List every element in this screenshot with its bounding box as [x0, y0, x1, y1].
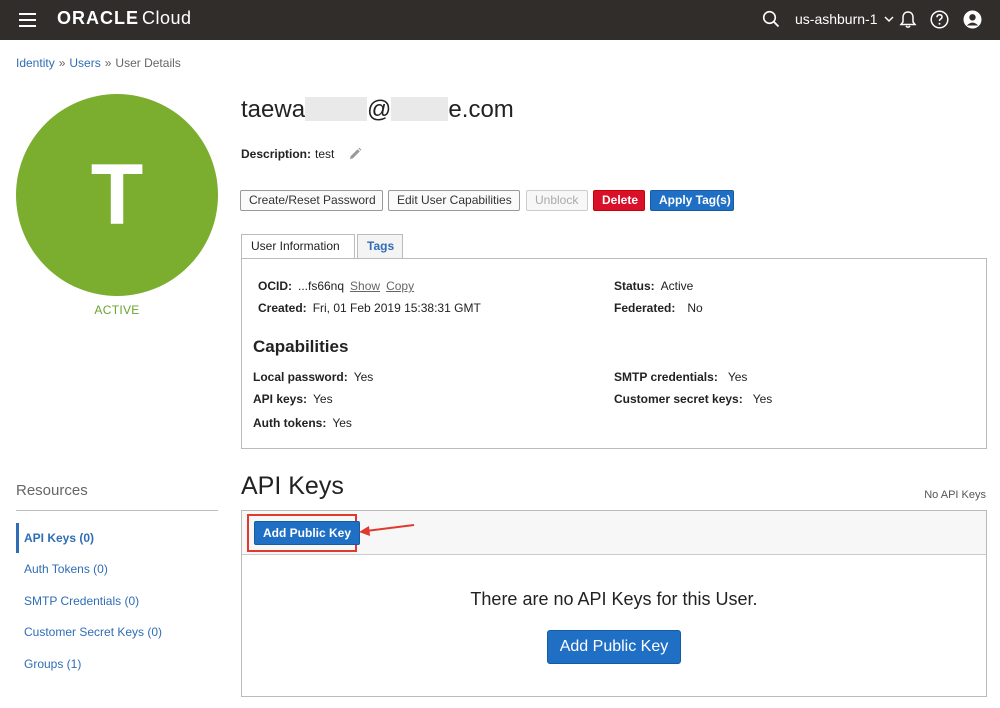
auth-tokens-row: Auth tokens: Yes — [253, 416, 352, 430]
create-reset-password-button[interactable]: Create/Reset Password — [240, 190, 383, 211]
smtp-value: Yes — [727, 370, 748, 384]
ocid-show-link[interactable]: Show — [350, 279, 380, 293]
local-password-value: Yes — [353, 370, 374, 384]
brand-cloud: Cloud — [142, 8, 192, 28]
region-label: us-ashburn-1 — [795, 11, 878, 27]
ocid-row: OCID: ...fs66nq Show Copy — [258, 279, 414, 293]
customer-secret-value: Yes — [752, 392, 773, 406]
add-public-key-large-button[interactable]: Add Public Key — [547, 630, 681, 664]
ocid-label: OCID: — [258, 279, 292, 293]
federated-row: Federated: No — [614, 301, 703, 315]
status-row: Status: Active — [614, 279, 693, 293]
top-bar: ORACLE Cloud us-ashburn-1 — [0, 0, 1000, 40]
hamburger-icon[interactable] — [19, 13, 36, 27]
smtp-row: SMTP credentials: Yes — [614, 370, 747, 384]
empty-state-message: There are no API Keys for this User. — [470, 589, 758, 609]
description-value: test — [315, 147, 335, 161]
federated-label: Federated: — [614, 301, 676, 315]
breadcrumb-current: User Details — [115, 56, 181, 70]
breadcrumb-separator: » — [58, 56, 66, 70]
arrow-icon — [359, 524, 415, 536]
ocid-copy-link[interactable]: Copy — [386, 279, 414, 293]
region-selector[interactable]: us-ashburn-1 — [795, 11, 894, 27]
title-name-suffix: e.com — [448, 96, 514, 123]
sidebar-item-groups[interactable]: Groups (1) — [16, 649, 218, 679]
title-name-prefix: taewa — [241, 96, 306, 123]
api-keys-toolbar: Add Public Key — [242, 511, 986, 555]
sidebar-item-customer-secret-keys[interactable]: Customer Secret Keys (0) — [16, 617, 218, 647]
avatar: T — [16, 94, 218, 296]
resources-heading: Resources — [16, 482, 88, 499]
search-icon[interactable] — [762, 10, 780, 28]
user-state: ACTIVE — [94, 303, 140, 317]
sidebar-item-api-keys[interactable]: API Keys (0) — [16, 523, 218, 553]
oracle-cloud-logo[interactable]: ORACLE Cloud — [57, 8, 192, 29]
breadcrumb-identity[interactable]: Identity — [16, 56, 55, 70]
auth-tokens-label: Auth tokens: — [253, 416, 327, 430]
redacted-block — [391, 97, 449, 121]
user-icon[interactable] — [963, 10, 982, 29]
title-at: @ — [367, 96, 392, 123]
api-keys-count: No API Keys — [924, 489, 986, 501]
customer-secret-row: Customer secret keys: Yes — [614, 392, 772, 406]
created-label: Created: — [258, 301, 307, 315]
add-public-key-button[interactable]: Add Public Key — [254, 521, 361, 545]
delete-button[interactable]: Delete — [593, 190, 645, 211]
breadcrumb: Identity» Users» User Details — [16, 56, 181, 70]
redacted-block — [305, 97, 368, 121]
created-value: Fri, 01 Feb 2019 15:38:31 GMT — [312, 301, 481, 315]
description: Description: test — [241, 147, 362, 161]
tab-tags[interactable]: Tags — [357, 234, 403, 259]
status-value: Active — [660, 279, 694, 293]
local-password-label: Local password: — [253, 370, 348, 384]
pencil-icon[interactable] — [348, 147, 362, 161]
api-keys-label: API keys: — [253, 392, 308, 406]
created-row: Created: Fri, 01 Feb 2019 15:38:31 GMT — [258, 301, 481, 315]
divider — [16, 510, 218, 511]
chevron-down-icon — [884, 16, 894, 23]
sidebar-item-smtp-credentials[interactable]: SMTP Credentials (0) — [16, 586, 218, 616]
ocid-value: ...fs66nq — [298, 279, 345, 293]
auth-tokens-value: Yes — [332, 416, 352, 430]
sidebar-item-auth-tokens[interactable]: Auth Tokens (0) — [16, 554, 218, 584]
customer-secret-label: Customer secret keys: — [614, 392, 743, 406]
brand-oracle: ORACLE — [57, 8, 139, 28]
tab-user-information[interactable]: User Information — [241, 234, 355, 259]
federated-value: No — [687, 301, 703, 315]
bell-icon[interactable] — [899, 10, 917, 29]
smtp-label: SMTP credentials: — [614, 370, 718, 384]
capabilities-heading: Capabilities — [253, 337, 349, 356]
edit-user-capabilities-button[interactable]: Edit User Capabilities — [388, 190, 520, 211]
local-password-row: Local password: Yes — [253, 370, 373, 384]
breadcrumb-separator: » — [104, 56, 112, 70]
user-information-panel: OCID: ...fs66nq Show Copy Created: Fri, 01 F… — [241, 258, 987, 449]
api-keys-panel: Add Public Key There are no API Keys for… — [241, 510, 987, 697]
description-label: Description: — [241, 147, 312, 161]
api-keys-value: Yes — [313, 392, 333, 406]
status-label: Status: — [614, 279, 655, 293]
help-icon[interactable] — [930, 10, 949, 29]
breadcrumb-users[interactable]: Users — [69, 56, 100, 70]
api-keys-heading: API Keys — [241, 472, 344, 500]
unblock-button[interactable]: Unblock — [526, 190, 588, 211]
apply-tags-button[interactable]: Apply Tag(s) — [650, 190, 734, 211]
api-keys-row: API keys: Yes — [253, 392, 333, 406]
page-title: taewa @ e.com — [241, 96, 514, 124]
